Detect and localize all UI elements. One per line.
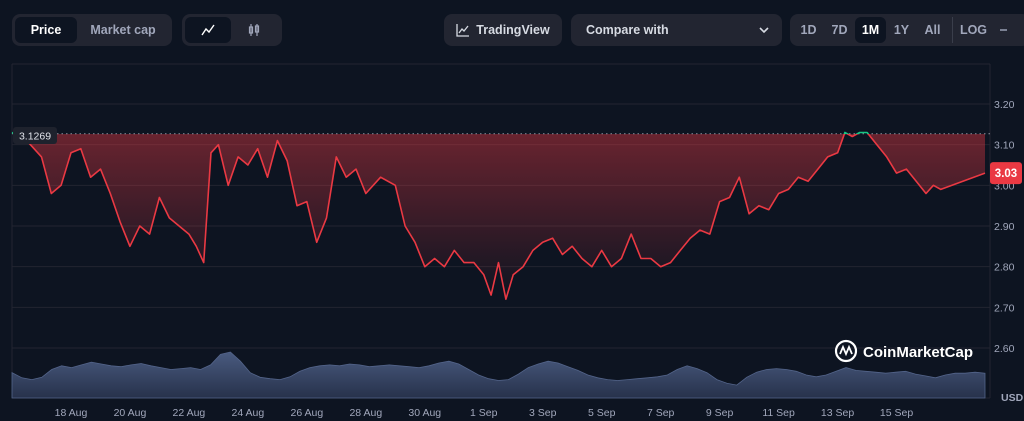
price-area-fill	[14, 134, 985, 300]
reference-value-text: 3.1269	[19, 131, 51, 143]
x-tick-label: 30 Aug	[408, 407, 441, 419]
y-tick-label: 2.80	[994, 262, 1015, 274]
coinmarketcap-logo	[834, 339, 858, 363]
watermark-text: CoinMarketCap	[863, 344, 973, 361]
currency-label: USD	[1001, 392, 1024, 404]
x-tick-label: 22 Aug	[173, 407, 206, 419]
current-price-text: 3.03	[995, 168, 1017, 180]
y-tick-label: 2.60	[994, 343, 1015, 355]
x-tick-label: 1 Sep	[470, 407, 498, 419]
x-tick-label: 20 Aug	[114, 407, 147, 419]
y-tick-label: 3.20	[994, 99, 1015, 111]
x-tick-label: 13 Sep	[821, 407, 854, 419]
x-tick-label: 15 Sep	[880, 407, 913, 419]
y-axis: 3.203.103.002.902.802.702.60USD	[994, 99, 1024, 404]
price-below-reference-fill	[14, 134, 985, 300]
x-axis: 18 Aug 20 Aug 22 Aug 24 Aug 26 Aug 28 Aug 30 A…	[55, 407, 914, 419]
x-tick-label: 7 Sep	[647, 407, 675, 419]
x-tick-label: 11 Sep	[762, 407, 795, 419]
y-tick-label: 2.70	[994, 302, 1015, 314]
x-tick-label: 5 Sep	[588, 407, 616, 419]
y-tick-label: 3.10	[994, 140, 1015, 152]
coinmarketcap-watermark: CoinMarketCap	[834, 339, 973, 363]
y-tick-label: 2.90	[994, 221, 1015, 233]
x-tick-label: 26 Aug	[290, 407, 323, 419]
x-tick-label: 28 Aug	[349, 407, 382, 419]
x-tick-label: 18 Aug	[55, 407, 88, 419]
x-tick-label: 9 Sep	[706, 407, 734, 419]
price-chart: 3.203.103.002.902.802.702.60USD 18 Aug 20…	[11, 63, 1024, 419]
x-tick-label: 3 Sep	[529, 407, 557, 419]
x-tick-label: 24 Aug	[232, 407, 265, 419]
